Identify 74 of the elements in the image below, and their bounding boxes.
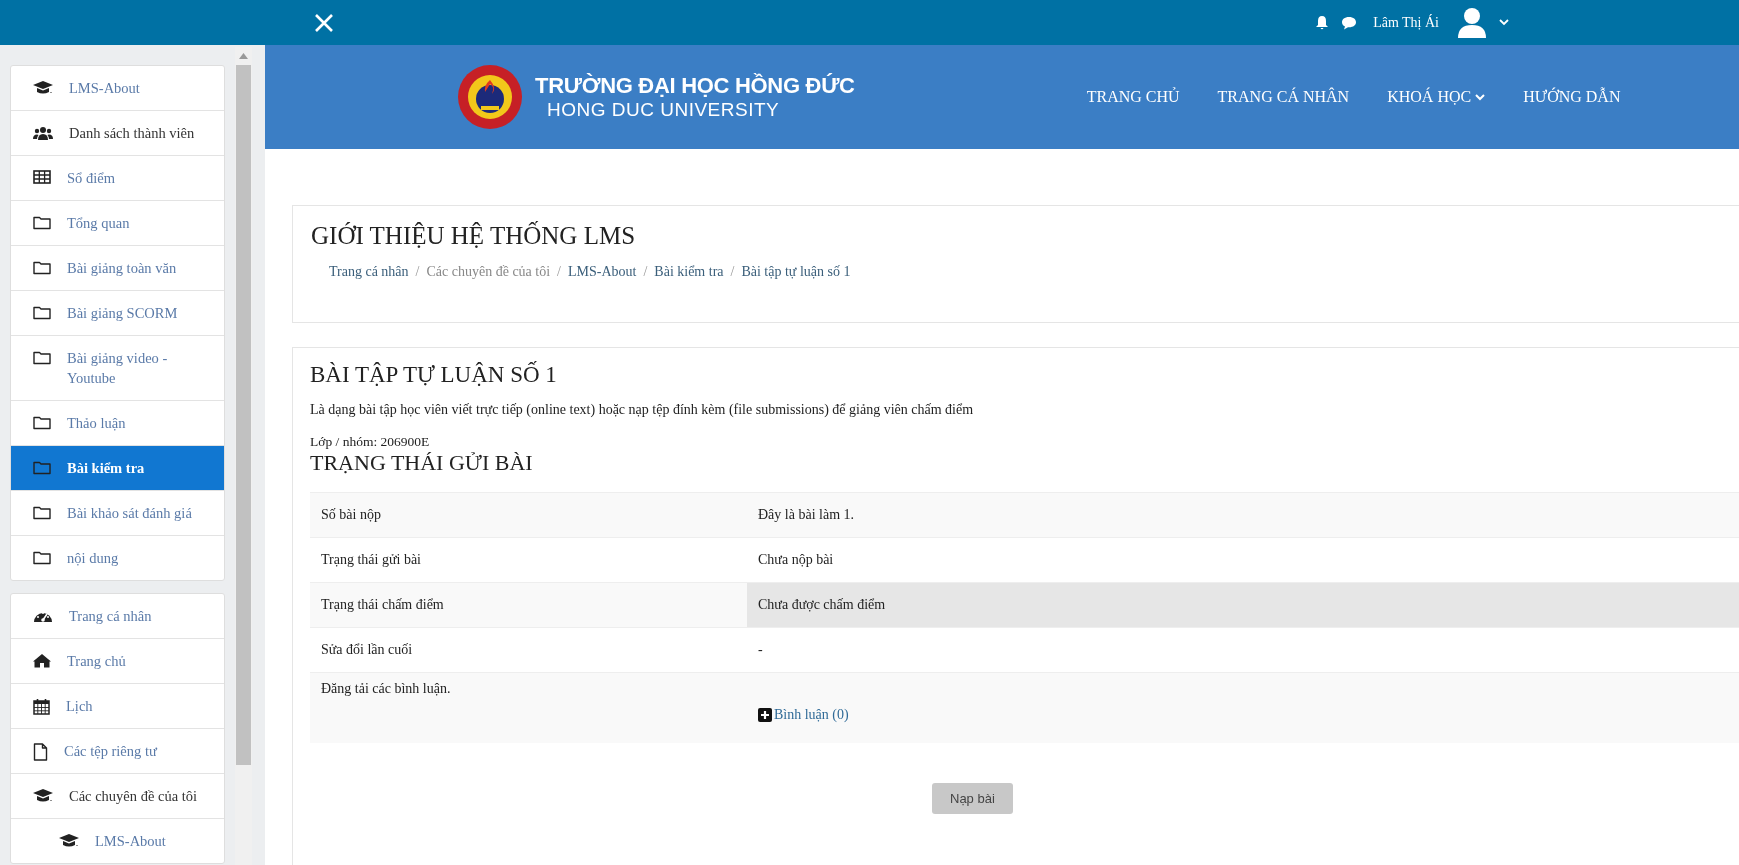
comments-link[interactable]: Bình luận (0) — [758, 707, 849, 723]
breadcrumb-separator: / — [415, 264, 420, 280]
sidebar-item[interactable]: Bài giảng SCORM — [11, 291, 224, 336]
assignment-title: BÀI TẬP TỰ LUẬN SỐ 1 — [310, 362, 558, 388]
table-cell-text: - — [757, 641, 764, 659]
table-cell-text: Chưa nộp bài — [757, 551, 835, 569]
sidebar-item[interactable]: Bài kiểm tra — [11, 446, 224, 491]
folder-icon — [33, 305, 51, 320]
sidebar-item[interactable]: Danh sách thành viên — [11, 111, 224, 156]
folder-icon — [33, 260, 51, 275]
plus-square-icon — [758, 708, 772, 722]
course-title: GIỚI THIỆU HỆ THỐNG LMS — [311, 222, 637, 250]
sidebar-item[interactable]: nội dung — [11, 536, 224, 580]
sidebar-item[interactable]: Tổng quan — [11, 201, 224, 246]
scrollbar-thumb[interactable] — [236, 65, 251, 765]
table-cell: Chưa được chấm điểm — [747, 583, 1739, 627]
user-avatar-icon[interactable] — [1457, 6, 1487, 39]
university-name: TRƯỜNG ĐẠI HỌC HỒNG ĐỨC — [535, 73, 855, 99]
folder-icon — [33, 460, 51, 475]
chevron-down-icon[interactable] — [1499, 19, 1509, 26]
sidebar-item[interactable]: Trang chủ — [11, 639, 224, 684]
table-cell-text: Đây là bài làm 1. — [757, 506, 856, 524]
chevron-down-icon[interactable] — [1475, 93, 1486, 101]
graduation-cap-icon — [33, 788, 53, 804]
calendar-icon — [33, 698, 50, 715]
notification-bell-icon[interactable] — [1315, 15, 1330, 30]
nav-link[interactable]: HƯỚNG DẪN — [1523, 88, 1621, 106]
breadcrumb-link[interactable]: LMS-About — [568, 264, 637, 280]
breadcrumb-link[interactable]: Bài tập tự luận số 1 — [741, 264, 851, 280]
sidebar-item[interactable]: LMS-About — [11, 819, 224, 863]
assignment-description: Là dạng bài tập học viên viết trực tiếp (online text) hoặc nạp tệp đính kèm (file submissions) để giảng viên chấm điểm — [310, 402, 975, 418]
nav-link[interactable]: TRANG CHỦ — [1086, 88, 1180, 106]
folder-icon — [33, 350, 51, 365]
breadcrumb-link[interactable]: Các chuyên đề của tôi — [426, 264, 551, 280]
group-label: Lớp / nhóm: 206900E — [310, 434, 431, 450]
graduation-cap-icon — [59, 833, 79, 849]
nav-link[interactable]: KHOÁ HỌC — [1387, 88, 1486, 106]
breadcrumb-separator: / — [557, 264, 561, 280]
home-icon — [33, 653, 51, 668]
sidebar-item[interactable]: Trang cá nhân — [11, 594, 224, 639]
breadcrumb-link[interactable]: Bài kiểm tra — [654, 264, 724, 280]
folder-icon — [33, 550, 51, 565]
sidebar-item[interactable]: Bài khảo sát đánh giá — [11, 491, 224, 536]
scrollbar[interactable] — [235, 47, 252, 865]
nav-link[interactable]: TRANG CÁ NHÂN — [1217, 88, 1350, 106]
sidebar-item[interactable]: Các tệp riêng tư — [11, 729, 224, 774]
folder-icon — [33, 215, 51, 230]
submit-button[interactable]: Nạp bài — [932, 783, 1013, 814]
folder-icon — [33, 505, 51, 520]
breadcrumb-link[interactable]: Trang cá nhân — [329, 264, 409, 280]
table-cell-text: Sửa đổi lần cuối — [320, 641, 414, 659]
sidebar-item[interactable]: LMS-About — [11, 66, 224, 111]
breadcrumb-separator: / — [730, 264, 735, 280]
file-icon — [33, 743, 48, 761]
close-button[interactable] — [314, 12, 334, 33]
section-heading: TRẠNG THÁI GỬI BÀI — [310, 450, 534, 476]
users-icon — [33, 125, 53, 141]
sidebar-item[interactable]: Sổ điểm — [11, 156, 224, 201]
sidebar-item[interactable]: Bài giảng video - Youtube — [11, 336, 224, 401]
table-cell-text: Trạng thái gửi bài — [320, 551, 422, 569]
sidebar-item[interactable]: Lịch — [11, 684, 224, 729]
university-emblem-icon — [457, 64, 523, 130]
table-cell-text: Đăng tải các bình luận. — [320, 680, 452, 698]
folder-icon — [33, 415, 51, 430]
table-cell-text: Số bài nộp — [320, 506, 382, 524]
breadcrumb-separator: / — [643, 264, 648, 280]
university-subtitle: HONG DUC UNIVERSITY — [547, 99, 781, 121]
chat-bubble-icon[interactable] — [1341, 15, 1358, 30]
graduation-cap-icon — [33, 80, 53, 96]
sidebar-item[interactable]: Các chuyên đề của tôi — [11, 774, 224, 819]
table-icon — [33, 170, 51, 184]
user-name[interactable]: Lâm Thị Ái — [1373, 14, 1439, 31]
sidebar-item[interactable]: Bài giảng toàn văn — [11, 246, 224, 291]
table-cell-text: Trạng thái chấm điểm — [320, 596, 445, 614]
